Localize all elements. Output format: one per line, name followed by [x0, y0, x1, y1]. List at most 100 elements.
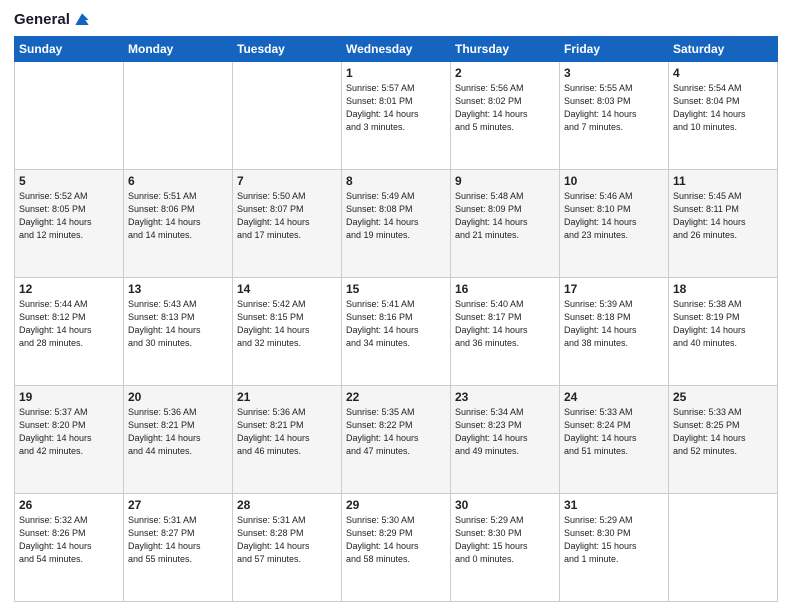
day-info: Sunrise: 5:30 AM Sunset: 8:29 PM Dayligh… [346, 514, 446, 566]
day-number: 9 [455, 174, 555, 188]
weekday-header-wednesday: Wednesday [342, 37, 451, 62]
day-info: Sunrise: 5:35 AM Sunset: 8:22 PM Dayligh… [346, 406, 446, 458]
day-info: Sunrise: 5:56 AM Sunset: 8:02 PM Dayligh… [455, 82, 555, 134]
day-cell: 3 Sunrise: 5:55 AM Sunset: 8:03 PM Daylig… [560, 62, 669, 170]
day-cell: 23 Sunrise: 5:34 AM Sunset: 8:23 PM Dayli… [451, 386, 560, 494]
week-row-5: 26 Sunrise: 5:32 AM Sunset: 8:26 PM Dayli… [15, 494, 778, 602]
day-info: Sunrise: 5:38 AM Sunset: 8:19 PM Dayligh… [673, 298, 773, 350]
day-info: Sunrise: 5:45 AM Sunset: 8:11 PM Dayligh… [673, 190, 773, 242]
day-info: Sunrise: 5:48 AM Sunset: 8:09 PM Dayligh… [455, 190, 555, 242]
day-cell: 24 Sunrise: 5:33 AM Sunset: 8:24 PM Dayli… [560, 386, 669, 494]
day-number: 23 [455, 390, 555, 404]
week-row-2: 5Sunrise: 5:52 AM Sunset: 8:05 PM Daylig… [15, 170, 778, 278]
day-info: Sunrise: 5:50 AM Sunset: 8:07 PM Dayligh… [237, 190, 337, 242]
day-info: Sunrise: 5:34 AM Sunset: 8:23 PM Dayligh… [455, 406, 555, 458]
day-cell: 14Sunrise: 5:42 AM Sunset: 8:15 PM Dayli… [233, 278, 342, 386]
day-info: Sunrise: 5:33 AM Sunset: 8:25 PM Dayligh… [673, 406, 773, 458]
day-number: 27 [128, 498, 228, 512]
logo-text-general: General [14, 11, 70, 29]
day-info: Sunrise: 5:44 AM Sunset: 8:12 PM Dayligh… [19, 298, 119, 350]
day-number: 25 [673, 390, 773, 404]
day-cell: 22 Sunrise: 5:35 AM Sunset: 8:22 PM Dayli… [342, 386, 451, 494]
logo-icon [72, 10, 92, 30]
day-info: Sunrise: 5:36 AM Sunset: 8:21 PM Dayligh… [128, 406, 228, 458]
weekday-header-saturday: Saturday [669, 37, 778, 62]
day-cell: 13 Sunrise: 5:43 AM Sunset: 8:13 PM Dayli… [124, 278, 233, 386]
day-cell: 25 Sunrise: 5:33 AM Sunset: 8:25 PM Dayli… [669, 386, 778, 494]
day-cell: 9 Sunrise: 5:48 AM Sunset: 8:09 PM Daylig… [451, 170, 560, 278]
day-number: 4 [673, 66, 773, 80]
day-number: 12 [19, 282, 119, 296]
day-info: Sunrise: 5:43 AM Sunset: 8:13 PM Dayligh… [128, 298, 228, 350]
weekday-header-row: SundayMondayTuesdayWednesdayThursdayFrid… [15, 37, 778, 62]
day-number: 14 [237, 282, 337, 296]
page: General SundayMondayTuesdayWednesdayThur… [0, 0, 792, 612]
day-number: 7 [237, 174, 337, 188]
day-number: 19 [19, 390, 119, 404]
week-row-1: 1 Sunrise: 5:57 AM Sunset: 8:01 PM Daylig… [15, 62, 778, 170]
day-cell: 19 Sunrise: 5:37 AM Sunset: 8:20 PM Dayli… [15, 386, 124, 494]
day-cell [669, 494, 778, 602]
weekday-header-thursday: Thursday [451, 37, 560, 62]
day-cell [15, 62, 124, 170]
day-cell: 26 Sunrise: 5:32 AM Sunset: 8:26 PM Dayli… [15, 494, 124, 602]
day-info: Sunrise: 5:39 AM Sunset: 8:18 PM Dayligh… [564, 298, 664, 350]
weekday-header-sunday: Sunday [15, 37, 124, 62]
day-info: Sunrise: 5:31 AM Sunset: 8:28 PM Dayligh… [237, 514, 337, 566]
day-number: 29 [346, 498, 446, 512]
day-info: Sunrise: 5:49 AM Sunset: 8:08 PM Dayligh… [346, 190, 446, 242]
day-number: 18 [673, 282, 773, 296]
week-row-3: 12 Sunrise: 5:44 AM Sunset: 8:12 PM Dayli… [15, 278, 778, 386]
day-info: Sunrise: 5:57 AM Sunset: 8:01 PM Dayligh… [346, 82, 446, 134]
day-number: 20 [128, 390, 228, 404]
day-info: Sunrise: 5:46 AM Sunset: 8:10 PM Dayligh… [564, 190, 664, 242]
calendar-body: 1 Sunrise: 5:57 AM Sunset: 8:01 PM Daylig… [15, 62, 778, 602]
day-number: 17 [564, 282, 664, 296]
weekday-header-tuesday: Tuesday [233, 37, 342, 62]
day-info: Sunrise: 5:40 AM Sunset: 8:17 PM Dayligh… [455, 298, 555, 350]
day-info: Sunrise: 5:36 AM Sunset: 8:21 PM Dayligh… [237, 406, 337, 458]
day-number: 22 [346, 390, 446, 404]
calendar-table: SundayMondayTuesdayWednesdayThursdayFrid… [14, 36, 778, 602]
week-row-4: 19 Sunrise: 5:37 AM Sunset: 8:20 PM Dayli… [15, 386, 778, 494]
day-info: Sunrise: 5:33 AM Sunset: 8:24 PM Dayligh… [564, 406, 664, 458]
day-info: Sunrise: 5:37 AM Sunset: 8:20 PM Dayligh… [19, 406, 119, 458]
day-cell: 7 Sunrise: 5:50 AM Sunset: 8:07 PM Daylig… [233, 170, 342, 278]
day-info: Sunrise: 5:54 AM Sunset: 8:04 PM Dayligh… [673, 82, 773, 134]
day-cell: 27Sunrise: 5:31 AM Sunset: 8:27 PM Dayli… [124, 494, 233, 602]
day-cell: 11Sunrise: 5:45 AM Sunset: 8:11 PM Dayli… [669, 170, 778, 278]
day-cell: 8Sunrise: 5:49 AM Sunset: 8:08 PM Daylig… [342, 170, 451, 278]
calendar-header: SundayMondayTuesdayWednesdayThursdayFrid… [15, 37, 778, 62]
day-number: 28 [237, 498, 337, 512]
day-number: 2 [455, 66, 555, 80]
day-cell [124, 62, 233, 170]
day-number: 31 [564, 498, 664, 512]
day-cell: 30Sunrise: 5:29 AM Sunset: 8:30 PM Dayli… [451, 494, 560, 602]
day-info: Sunrise: 5:41 AM Sunset: 8:16 PM Dayligh… [346, 298, 446, 350]
day-info: Sunrise: 5:55 AM Sunset: 8:03 PM Dayligh… [564, 82, 664, 134]
day-cell: 31Sunrise: 5:29 AM Sunset: 8:30 PM Dayli… [560, 494, 669, 602]
day-cell: 28 Sunrise: 5:31 AM Sunset: 8:28 PM Dayli… [233, 494, 342, 602]
day-cell: 12 Sunrise: 5:44 AM Sunset: 8:12 PM Dayli… [15, 278, 124, 386]
day-number: 3 [564, 66, 664, 80]
day-cell: 29 Sunrise: 5:30 AM Sunset: 8:29 PM Dayli… [342, 494, 451, 602]
day-number: 15 [346, 282, 446, 296]
day-info: Sunrise: 5:32 AM Sunset: 8:26 PM Dayligh… [19, 514, 119, 566]
day-cell: 1 Sunrise: 5:57 AM Sunset: 8:01 PM Daylig… [342, 62, 451, 170]
day-cell: 6Sunrise: 5:51 AM Sunset: 8:06 PM Daylig… [124, 170, 233, 278]
weekday-header-monday: Monday [124, 37, 233, 62]
day-cell: 18 Sunrise: 5:38 AM Sunset: 8:19 PM Dayli… [669, 278, 778, 386]
day-cell: 4 Sunrise: 5:54 AM Sunset: 8:04 PM Daylig… [669, 62, 778, 170]
day-number: 16 [455, 282, 555, 296]
day-number: 10 [564, 174, 664, 188]
weekday-header-friday: Friday [560, 37, 669, 62]
day-number: 26 [19, 498, 119, 512]
header: General [14, 10, 778, 30]
day-cell: 15 Sunrise: 5:41 AM Sunset: 8:16 PM Dayli… [342, 278, 451, 386]
day-cell: 17 Sunrise: 5:39 AM Sunset: 8:18 PM Dayli… [560, 278, 669, 386]
day-number: 1 [346, 66, 446, 80]
day-number: 24 [564, 390, 664, 404]
day-number: 13 [128, 282, 228, 296]
day-info: Sunrise: 5:51 AM Sunset: 8:06 PM Dayligh… [128, 190, 228, 242]
day-number: 30 [455, 498, 555, 512]
